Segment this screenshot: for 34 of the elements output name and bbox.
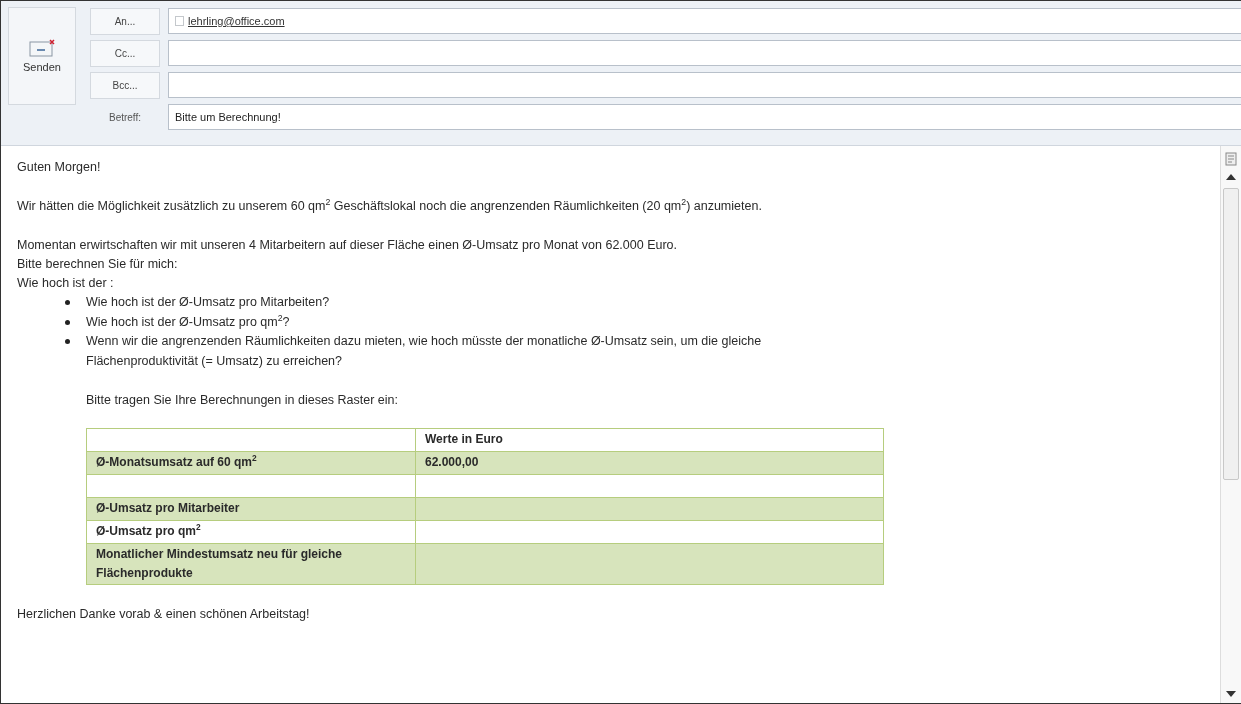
table-cell: Monatlicher Mindestumsatz neu für gleiche Flächenprodukte: [86, 543, 416, 585]
paragraph-text: Wir hätten die Möglichkeit zusätzlich zu unserem 60 qm$^{2}$ Geschäftslokal noch die angrenzenden Räumlichkeiten (20 qm$^{2}$) anzumieten.: [17, 197, 763, 215]
table-cell: 62.000,00: [415, 451, 884, 475]
table-intro-text: Bitte tragen Sie Ihre Berechnungen in dieses Raster ein:: [86, 392, 399, 409]
recipient-field[interactable]: [168, 72, 1241, 98]
table-cell: Ø-Umsatz pro qm$^{2}$: [86, 520, 416, 544]
recipient-field[interactable]: lehrling@office.com: [168, 8, 1241, 34]
recipient-button[interactable]: Cc...: [90, 39, 160, 67]
bullet-text: Wie hoch ist der Ø-Umsatz pro Mitarbeiten?: [86, 294, 330, 311]
subject-field[interactable]: Bitte um Berechnung!: [168, 104, 1241, 130]
body-line: Wie hoch ist der :: [17, 275, 115, 292]
greeting-text: Guten Morgen!: [17, 159, 102, 176]
body-line: Momentan erwirtschaften wir mit unseren 4 Mitarbeitern auf dieser Fläche einen Ø-Umsatz pro Monat von 62.000 Euro.: [17, 237, 679, 254]
recipient-field[interactable]: [168, 40, 1241, 66]
subject-label: Betreff:: [107, 111, 143, 123]
closing-text: Herzlichen Danke vorab & einen schönen Arbeitstag!: [17, 606, 311, 623]
recipient-button[interactable]: Bcc...: [90, 71, 160, 99]
envelope-icon: [29, 39, 55, 57]
contact-icon: [175, 16, 184, 26]
body-line: Bitte berechnen Sie für mich:: [17, 256, 179, 273]
table-cell: Ø-Monatsumsatz auf 60 qm$^{2}$: [86, 451, 416, 475]
bullet-icon: [65, 300, 70, 305]
bullet-icon: [65, 319, 70, 325]
scroll-thumb[interactable]: [1223, 188, 1239, 480]
scroll-up-icon[interactable]: [1226, 174, 1236, 180]
table-cell: Ø-Umsatz pro Mitarbeiter: [86, 497, 416, 521]
send-button[interactable]: Senden: [8, 7, 76, 105]
scroll-down-icon[interactable]: [1226, 691, 1236, 697]
bullet-text: Wenn wir die angrenzenden Räumlichkeiten dazu mieten, wie hoch müsste der monatliche Ø-Umsatz sein, um die gleiche Flächenproduktivität (= Umsatz) zu erreichen?: [86, 333, 763, 370]
table-header-cell: Werte in Euro: [415, 428, 884, 452]
bullet-icon: [65, 339, 70, 344]
recipient-button[interactable]: An...: [90, 7, 160, 35]
scrollbar[interactable]: [1220, 146, 1241, 703]
bullet-text: Wie hoch ist der Ø-Umsatz pro qm$^{2}$?: [86, 312, 290, 331]
